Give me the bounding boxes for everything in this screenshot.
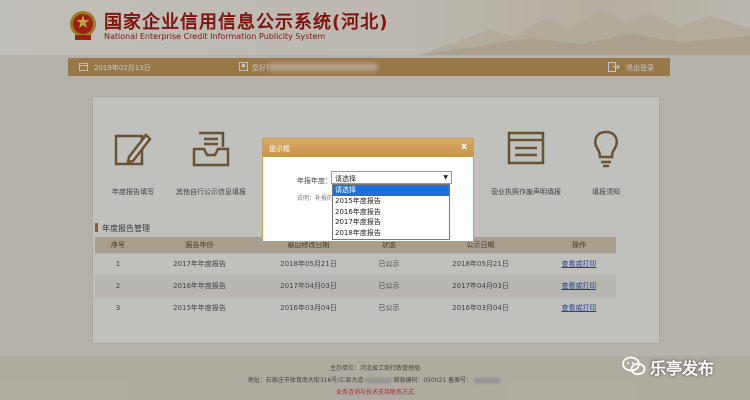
close-icon[interactable]: x	[461, 142, 467, 152]
dialog-title: 提示框	[269, 145, 290, 153]
chevron-down-icon: ▼	[443, 174, 448, 181]
year-label: 年报年度：	[297, 177, 332, 185]
wechat-icon	[622, 356, 646, 376]
dialog-header: 提示框 x	[263, 139, 473, 157]
dialog-note: 说明：补报的	[297, 195, 334, 202]
watermark-text: 乐亭发布	[650, 359, 715, 378]
year-option[interactable]: 请选择	[333, 185, 449, 196]
year-dropdown-list: 请选择 2015年度报告 2016年度报告 2017年度报告 2018年度报告	[332, 184, 450, 240]
year-option[interactable]: 2017年度报告	[333, 217, 449, 228]
year-select[interactable]: 请选择 ▼	[331, 171, 452, 184]
year-option[interactable]: 2016年度报告	[333, 207, 449, 218]
year-option[interactable]: 2018年度报告	[333, 228, 449, 239]
year-select-value: 请选择	[335, 175, 356, 183]
wechat-watermark: 乐亭发布	[622, 352, 750, 378]
year-option[interactable]: 2015年度报告	[333, 196, 449, 207]
